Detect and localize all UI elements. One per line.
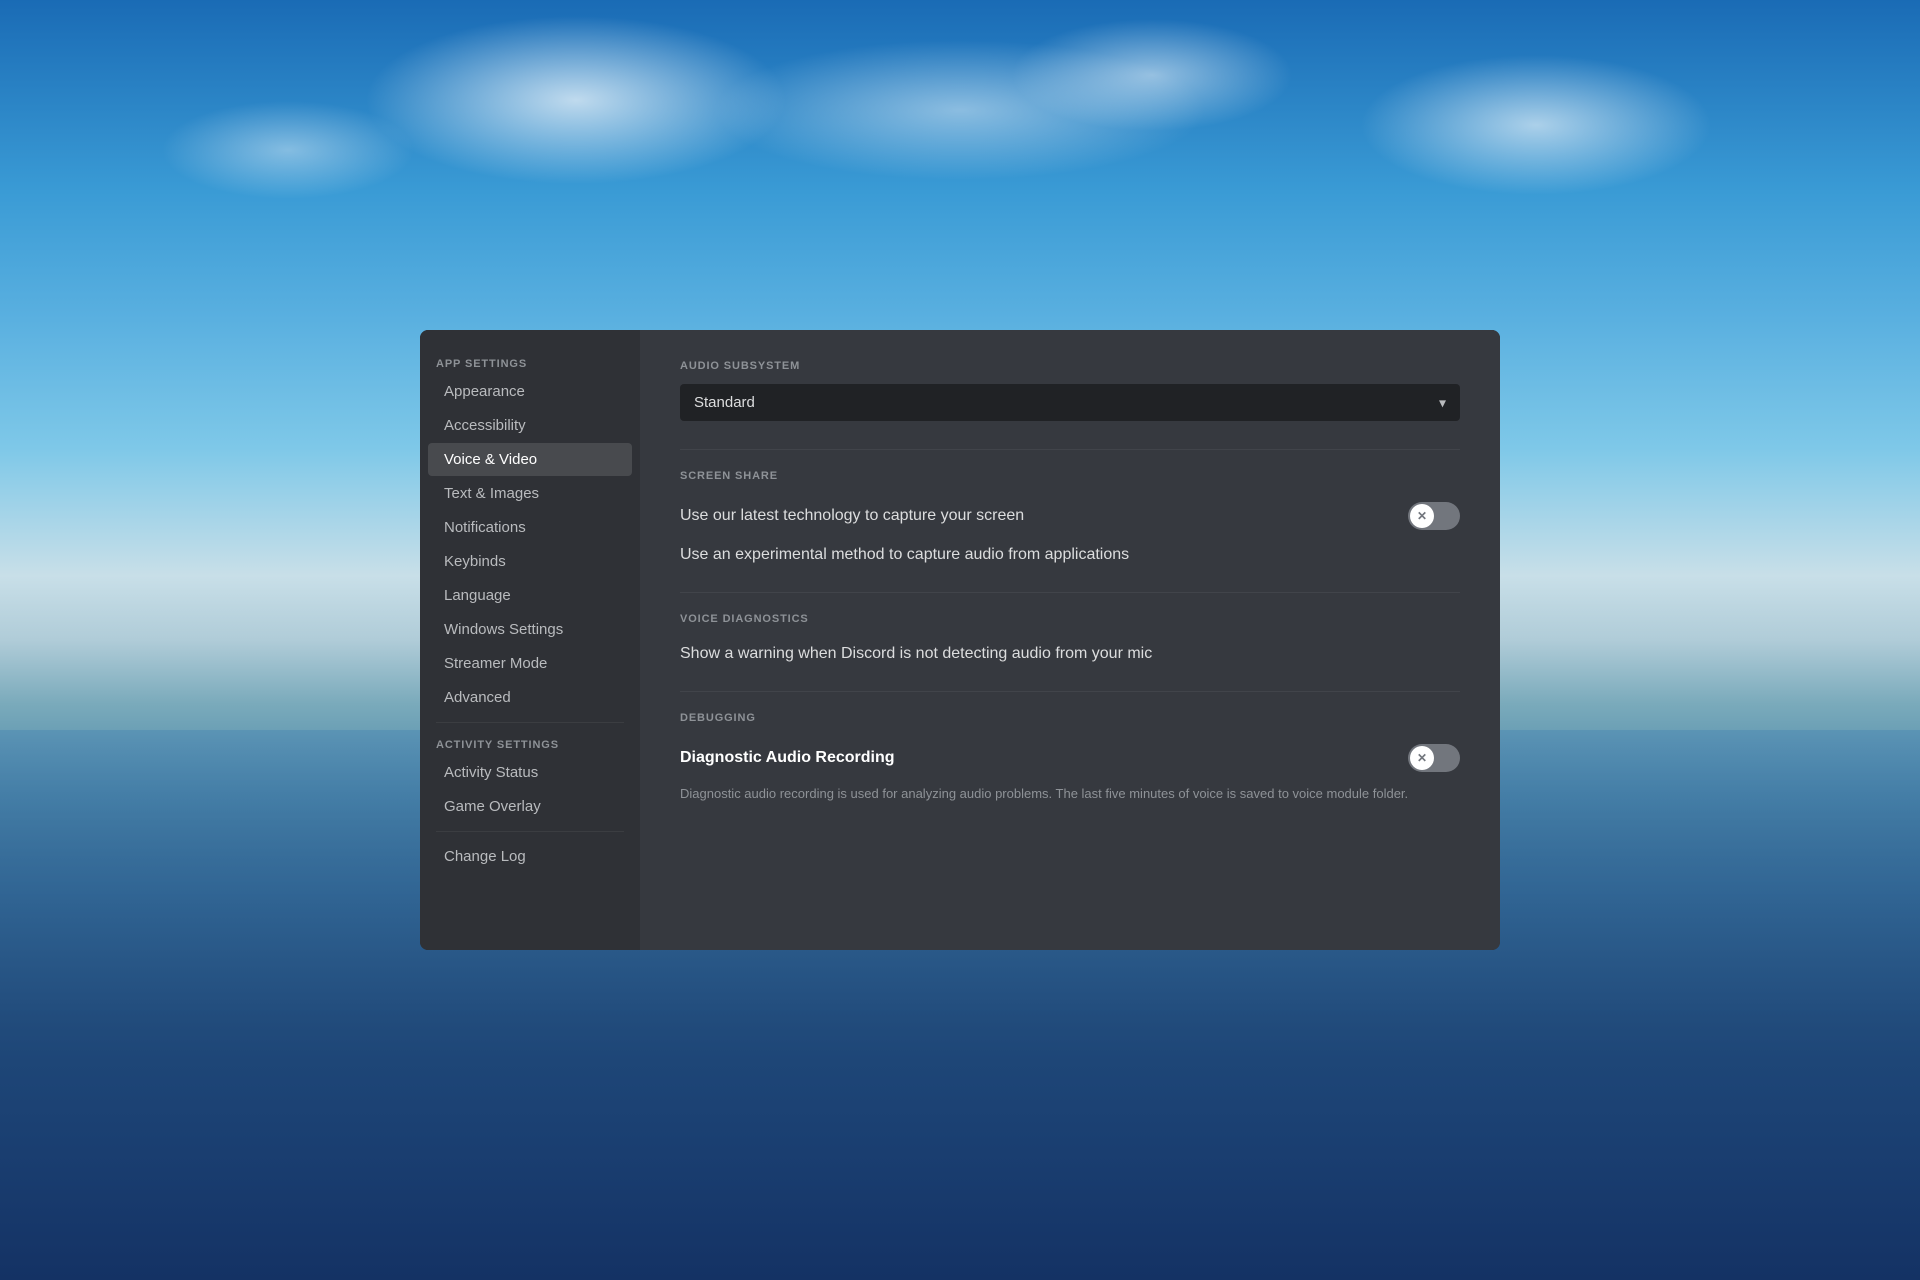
debugging-description-1: Diagnostic audio recording is used for a… [680, 784, 1460, 804]
sidebar-item-appearance[interactable]: Appearance [428, 375, 632, 408]
audio-subsystem-header: AUDIO SUBSYSTEM [680, 360, 1460, 372]
toggle-track-debug-1: ✕ [1408, 744, 1460, 772]
divider-2 [680, 592, 1460, 593]
sidebar-item-language[interactable]: Language [428, 579, 632, 612]
activity-settings-label: ACTIVITY SETTINGS [420, 731, 640, 755]
sidebar-item-voice-video[interactable]: Voice & Video [428, 443, 632, 476]
main-content: AUDIO SUBSYSTEM Standard Legacy ▾ SCREEN… [640, 330, 1500, 950]
sidebar-divider-1 [436, 722, 624, 723]
audio-subsystem-section: AUDIO SUBSYSTEM Standard Legacy ▾ [680, 360, 1460, 421]
screen-share-setting-2: Use an experimental method to capture au… [680, 538, 1460, 572]
debugging-toggle-1[interactable]: ✕ [1408, 744, 1460, 772]
divider-1 [680, 449, 1460, 450]
toggle-knob-debug-1: ✕ [1410, 746, 1434, 770]
screen-share-setting-1: Use our latest technology to capture you… [680, 494, 1460, 538]
sidebar-item-windows-settings[interactable]: Windows Settings [428, 613, 632, 646]
toggle-x-icon-debug-1: ✕ [1417, 752, 1427, 764]
debugging-label-1: Diagnostic Audio Recording [680, 749, 1408, 767]
sidebar-item-game-overlay[interactable]: Game Overlay [428, 790, 632, 823]
settings-sidebar: APP SETTINGS Appearance Accessibility Vo… [420, 330, 640, 950]
sidebar-item-keybinds[interactable]: Keybinds [428, 545, 632, 578]
settings-modal: APP SETTINGS Appearance Accessibility Vo… [420, 330, 1500, 950]
toggle-track-1: ✕ [1408, 502, 1460, 530]
sidebar-item-change-log[interactable]: Change Log [428, 840, 632, 873]
modal-overlay: APP SETTINGS Appearance Accessibility Vo… [0, 0, 1920, 1280]
voice-diagnostics-setting-1: Show a warning when Discord is not detec… [680, 637, 1460, 671]
screen-share-label-1: Use our latest technology to capture you… [680, 507, 1408, 525]
audio-subsystem-select[interactable]: Standard Legacy [680, 384, 1460, 421]
screen-share-section: SCREEN SHARE Use our latest technology t… [680, 470, 1460, 572]
divider-3 [680, 691, 1460, 692]
sidebar-item-text-images[interactable]: Text & Images [428, 477, 632, 510]
screen-share-toggle-1[interactable]: ✕ [1408, 502, 1460, 530]
sidebar-divider-2 [436, 831, 624, 832]
voice-diagnostics-label-1: Show a warning when Discord is not detec… [680, 645, 1460, 663]
sidebar-item-activity-status[interactable]: Activity Status [428, 756, 632, 789]
debugging-header: DEBUGGING [680, 712, 1460, 724]
debugging-setting-1: Diagnostic Audio Recording ✕ [680, 736, 1460, 780]
app-settings-label: APP SETTINGS [420, 350, 640, 374]
voice-diagnostics-section: VOICE DIAGNOSTICS Show a warning when Di… [680, 613, 1460, 671]
toggle-x-icon-1: ✕ [1417, 510, 1427, 522]
sidebar-item-advanced[interactable]: Advanced [428, 681, 632, 714]
sidebar-item-notifications[interactable]: Notifications [428, 511, 632, 544]
screen-share-header: SCREEN SHARE [680, 470, 1460, 482]
debugging-section: DEBUGGING Diagnostic Audio Recording ✕ D… [680, 712, 1460, 804]
screen-share-label-2: Use an experimental method to capture au… [680, 546, 1460, 564]
sidebar-item-streamer-mode[interactable]: Streamer Mode [428, 647, 632, 680]
audio-subsystem-select-wrapper: Standard Legacy ▾ [680, 384, 1460, 421]
sidebar-item-accessibility[interactable]: Accessibility [428, 409, 632, 442]
voice-diagnostics-header: VOICE DIAGNOSTICS [680, 613, 1460, 625]
toggle-knob-1: ✕ [1410, 504, 1434, 528]
